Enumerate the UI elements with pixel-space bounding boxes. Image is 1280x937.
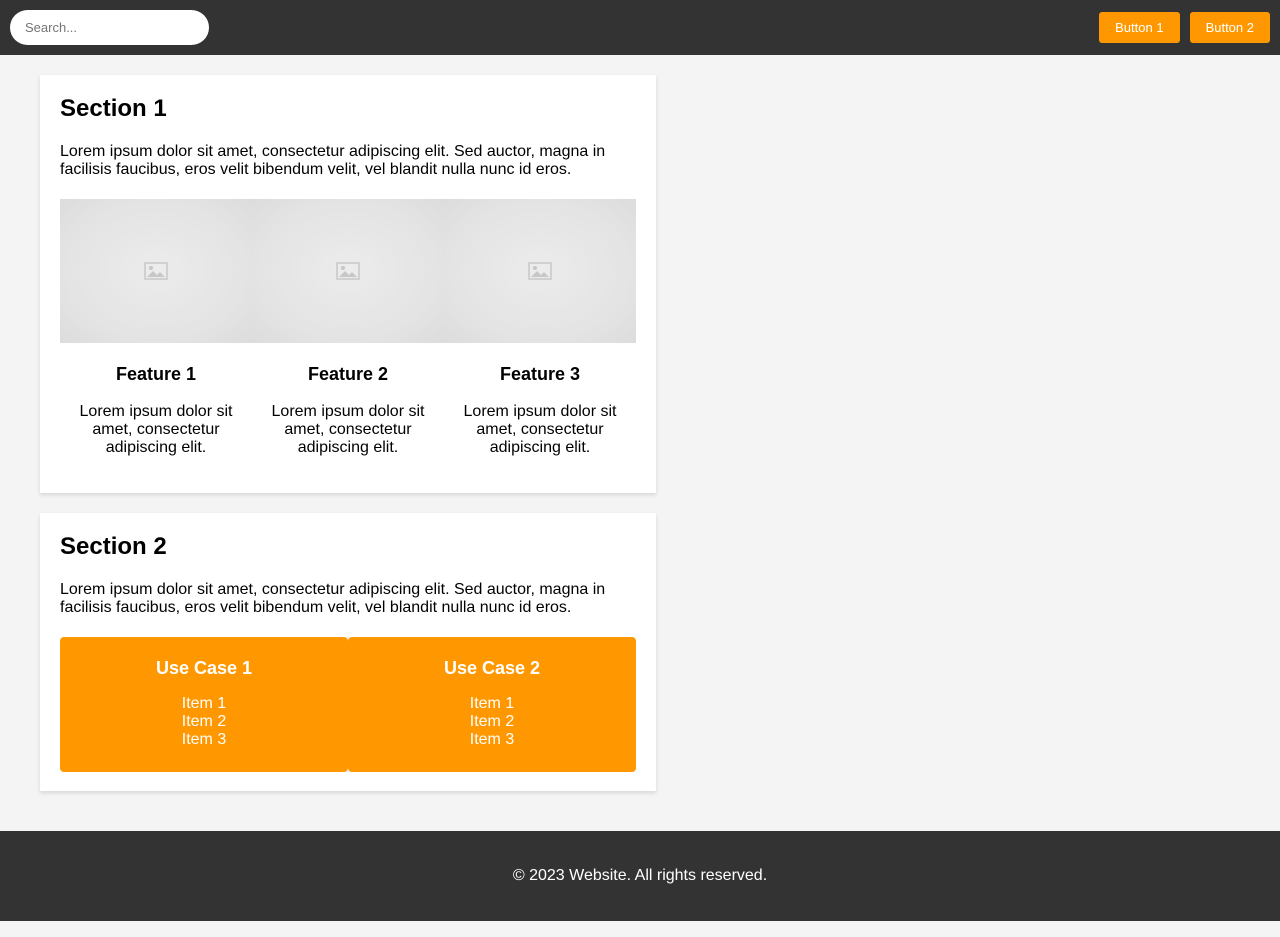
feature-card: Feature 2 Lorem ipsum dolor sit amet, co… <box>252 199 444 457</box>
usecase-card: Use Case 2 Item 1 Item 2 Item 3 <box>348 637 636 772</box>
list-item: Item 2 <box>469 713 515 730</box>
top-navbar: Button 1 Button 2 <box>0 0 1280 55</box>
section-1: Section 1 Lorem ipsum dolor sit amet, co… <box>40 75 656 493</box>
header-buttons: Button 1 Button 2 <box>1099 12 1270 43</box>
button-1[interactable]: Button 1 <box>1099 12 1180 43</box>
features-row: Feature 1 Lorem ipsum dolor sit amet, co… <box>60 199 636 457</box>
usecase-list: Item 1 Item 2 Item 3 <box>348 695 636 749</box>
feature-title: Feature 3 <box>499 364 581 384</box>
search-input[interactable] <box>10 10 209 45</box>
feature-image <box>444 199 636 343</box>
feature-text: Lorem ipsum dolor sit amet, consectetur … <box>79 403 233 456</box>
list-item: Item 3 <box>181 731 227 748</box>
section-title: Section 2 <box>60 533 167 560</box>
usecases-row: Use Case 1 Item 1 Item 2 Item 3 Use Case… <box>60 637 636 772</box>
list-item: Item 3 <box>469 731 515 748</box>
usecase-title: Use Case 2 <box>443 658 541 678</box>
section-intro: Lorem ipsum dolor sit amet, consectetur … <box>60 143 606 178</box>
usecase-title: Use Case 1 <box>155 658 253 678</box>
image-placeholder-icon <box>144 262 168 280</box>
feature-image <box>252 199 444 343</box>
list-item: Item 1 <box>469 695 515 712</box>
list-item: Item 1 <box>181 695 227 712</box>
footer-text: © 2023 Website. All rights reserved. <box>512 867 768 884</box>
section-intro: Lorem ipsum dolor sit amet, consectetur … <box>60 581 606 616</box>
main-content: Section 1 Lorem ipsum dolor sit amet, co… <box>0 55 1280 831</box>
image-placeholder-icon <box>528 262 552 280</box>
feature-text: Lorem ipsum dolor sit amet, consectetur … <box>271 403 425 456</box>
usecase-list: Item 1 Item 2 Item 3 <box>60 695 348 749</box>
usecase-card: Use Case 1 Item 1 Item 2 Item 3 <box>60 637 348 772</box>
feature-card: Feature 1 Lorem ipsum dolor sit amet, co… <box>60 199 252 457</box>
footer: © 2023 Website. All rights reserved. <box>0 831 1280 921</box>
section-2: Section 2 Lorem ipsum dolor sit amet, co… <box>40 513 656 791</box>
feature-text: Lorem ipsum dolor sit amet, consectetur … <box>463 403 617 456</box>
section-title: Section 1 <box>60 95 167 122</box>
list-item: Item 2 <box>181 713 227 730</box>
button-2[interactable]: Button 2 <box>1189 12 1270 43</box>
feature-image <box>60 199 252 343</box>
feature-title: Feature 1 <box>115 364 197 384</box>
feature-card: Feature 3 Lorem ipsum dolor sit amet, co… <box>444 199 636 457</box>
image-placeholder-icon <box>336 262 360 280</box>
feature-title: Feature 2 <box>307 364 389 384</box>
